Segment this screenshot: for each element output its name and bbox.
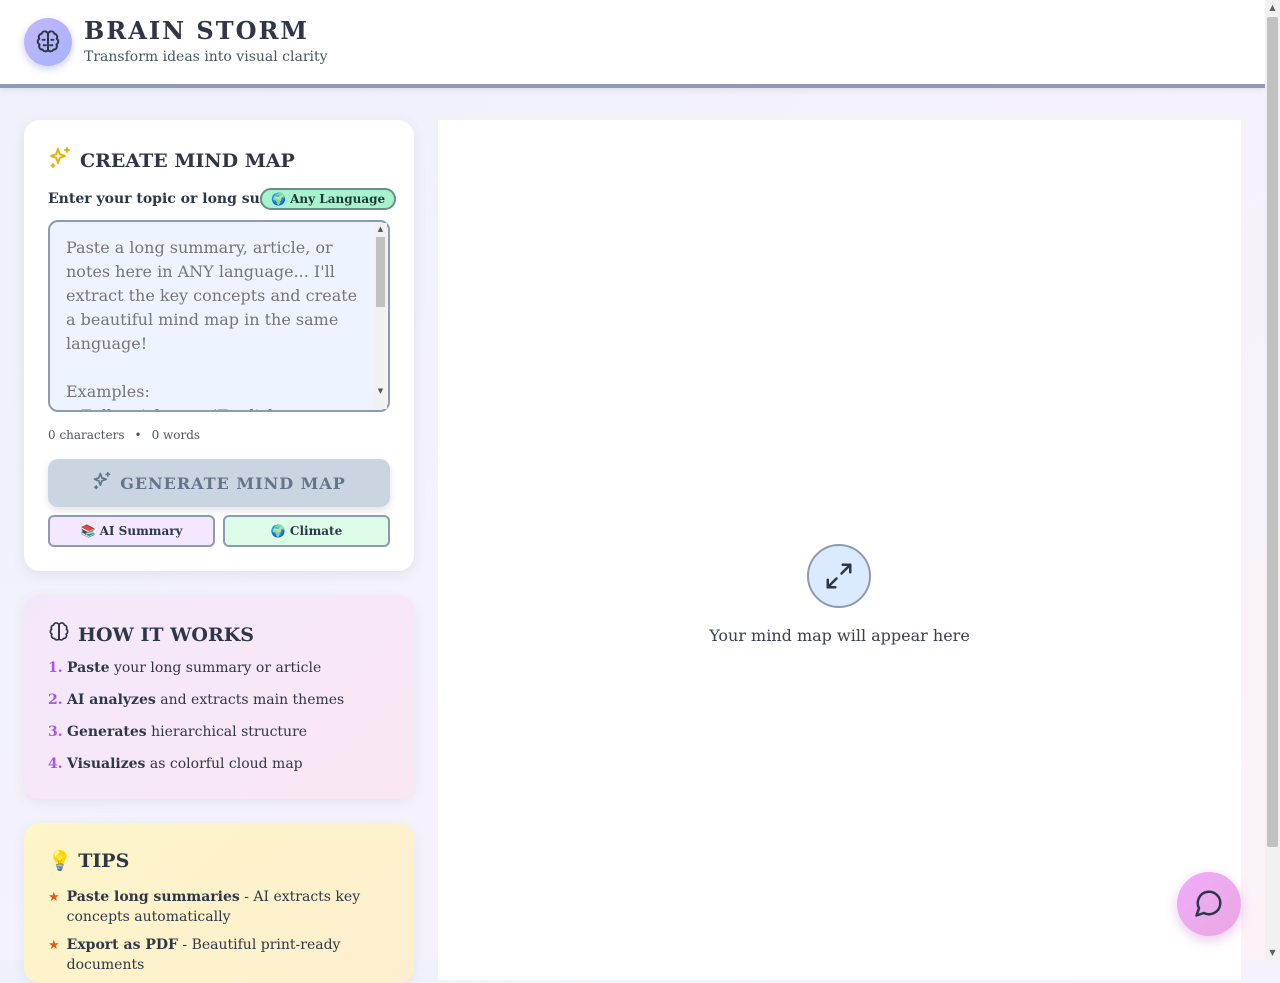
generate-mind-map-button[interactable]: GENERATE MIND MAP	[48, 459, 390, 507]
topic-textarea[interactable]	[48, 220, 390, 412]
list-item: 4. Visualizes as colorful cloud map	[48, 756, 303, 772]
mind-map-canvas[interactable]: Your mind map will appear here	[438, 120, 1241, 980]
character-count: 0 characters	[48, 428, 125, 442]
list-item: ★ Paste long summaries - AI extracts key …	[48, 889, 361, 925]
how-it-works-card: HOW IT WORKS 1. Paste your long summary o…	[24, 595, 414, 799]
text-counts: 0 characters • 0 words	[48, 428, 200, 442]
scroll-up-arrow-icon[interactable]: ▲	[1265, 0, 1280, 15]
list-item: 3. Generates hierarchical structure	[48, 724, 308, 740]
ai-summary-example-button[interactable]: 📚 AI Summary	[48, 515, 215, 547]
page-scroll-thumb[interactable]	[1267, 17, 1278, 847]
star-icon: ★	[48, 938, 60, 953]
expand-arrows-icon	[807, 544, 871, 608]
count-separator: •	[134, 428, 142, 442]
word-count: 0 words	[151, 428, 201, 442]
list-item: ★ Export as PDF - Beautiful print-ready d…	[48, 937, 341, 973]
app-subtitle: Transform ideas into visual clarity	[84, 49, 328, 65]
textarea-scroll-thumb[interactable]	[376, 237, 385, 307]
sparkles-icon	[92, 471, 112, 495]
tips-card: 💡 TIPS ★ Paste long summaries - AI extrac…	[24, 823, 414, 983]
scroll-up-arrow-icon[interactable]: ▲	[374, 223, 387, 235]
how-it-works-steps: 1. Paste your long summary or article 2. A…	[48, 659, 344, 787]
list-item: 2. AI analyzes and extracts main themes	[48, 692, 345, 708]
climate-example-button[interactable]: 🌍 Climate	[223, 515, 390, 547]
app-header: BRAIN STORM Transform ideas into visual …	[0, 0, 1265, 88]
create-mind-map-card: CREATE MIND MAP Enter your topic or long…	[24, 120, 414, 571]
tips-list: ★ Paste long summaries - AI extracts key …	[48, 887, 368, 983]
textarea-scrollbar[interactable]: ▲ ▼	[374, 223, 387, 409]
how-it-works-title: HOW IT WORKS	[48, 621, 254, 648]
mind-map-placeholder: Your mind map will appear here	[709, 626, 970, 645]
chat-button[interactable]	[1177, 872, 1241, 936]
sparkles-icon	[48, 146, 72, 175]
tips-title: 💡 TIPS	[48, 850, 130, 872]
list-item: 1. Paste your long summary or article	[48, 660, 322, 676]
chat-bubble-icon	[1194, 888, 1224, 921]
app-title: BRAIN STORM	[84, 16, 309, 45]
star-icon: ★	[48, 890, 60, 905]
brain-icon[interactable]	[24, 18, 72, 66]
any-language-badge: 🌍 Any Language	[260, 188, 397, 210]
scroll-down-arrow-icon[interactable]: ▼	[374, 385, 387, 397]
brain-icon	[48, 621, 70, 648]
create-card-title: CREATE MIND MAP	[48, 146, 295, 175]
scroll-down-arrow-icon[interactable]: ▼	[1265, 945, 1280, 960]
page-scrollbar[interactable]: ▲ ▼	[1265, 0, 1280, 960]
